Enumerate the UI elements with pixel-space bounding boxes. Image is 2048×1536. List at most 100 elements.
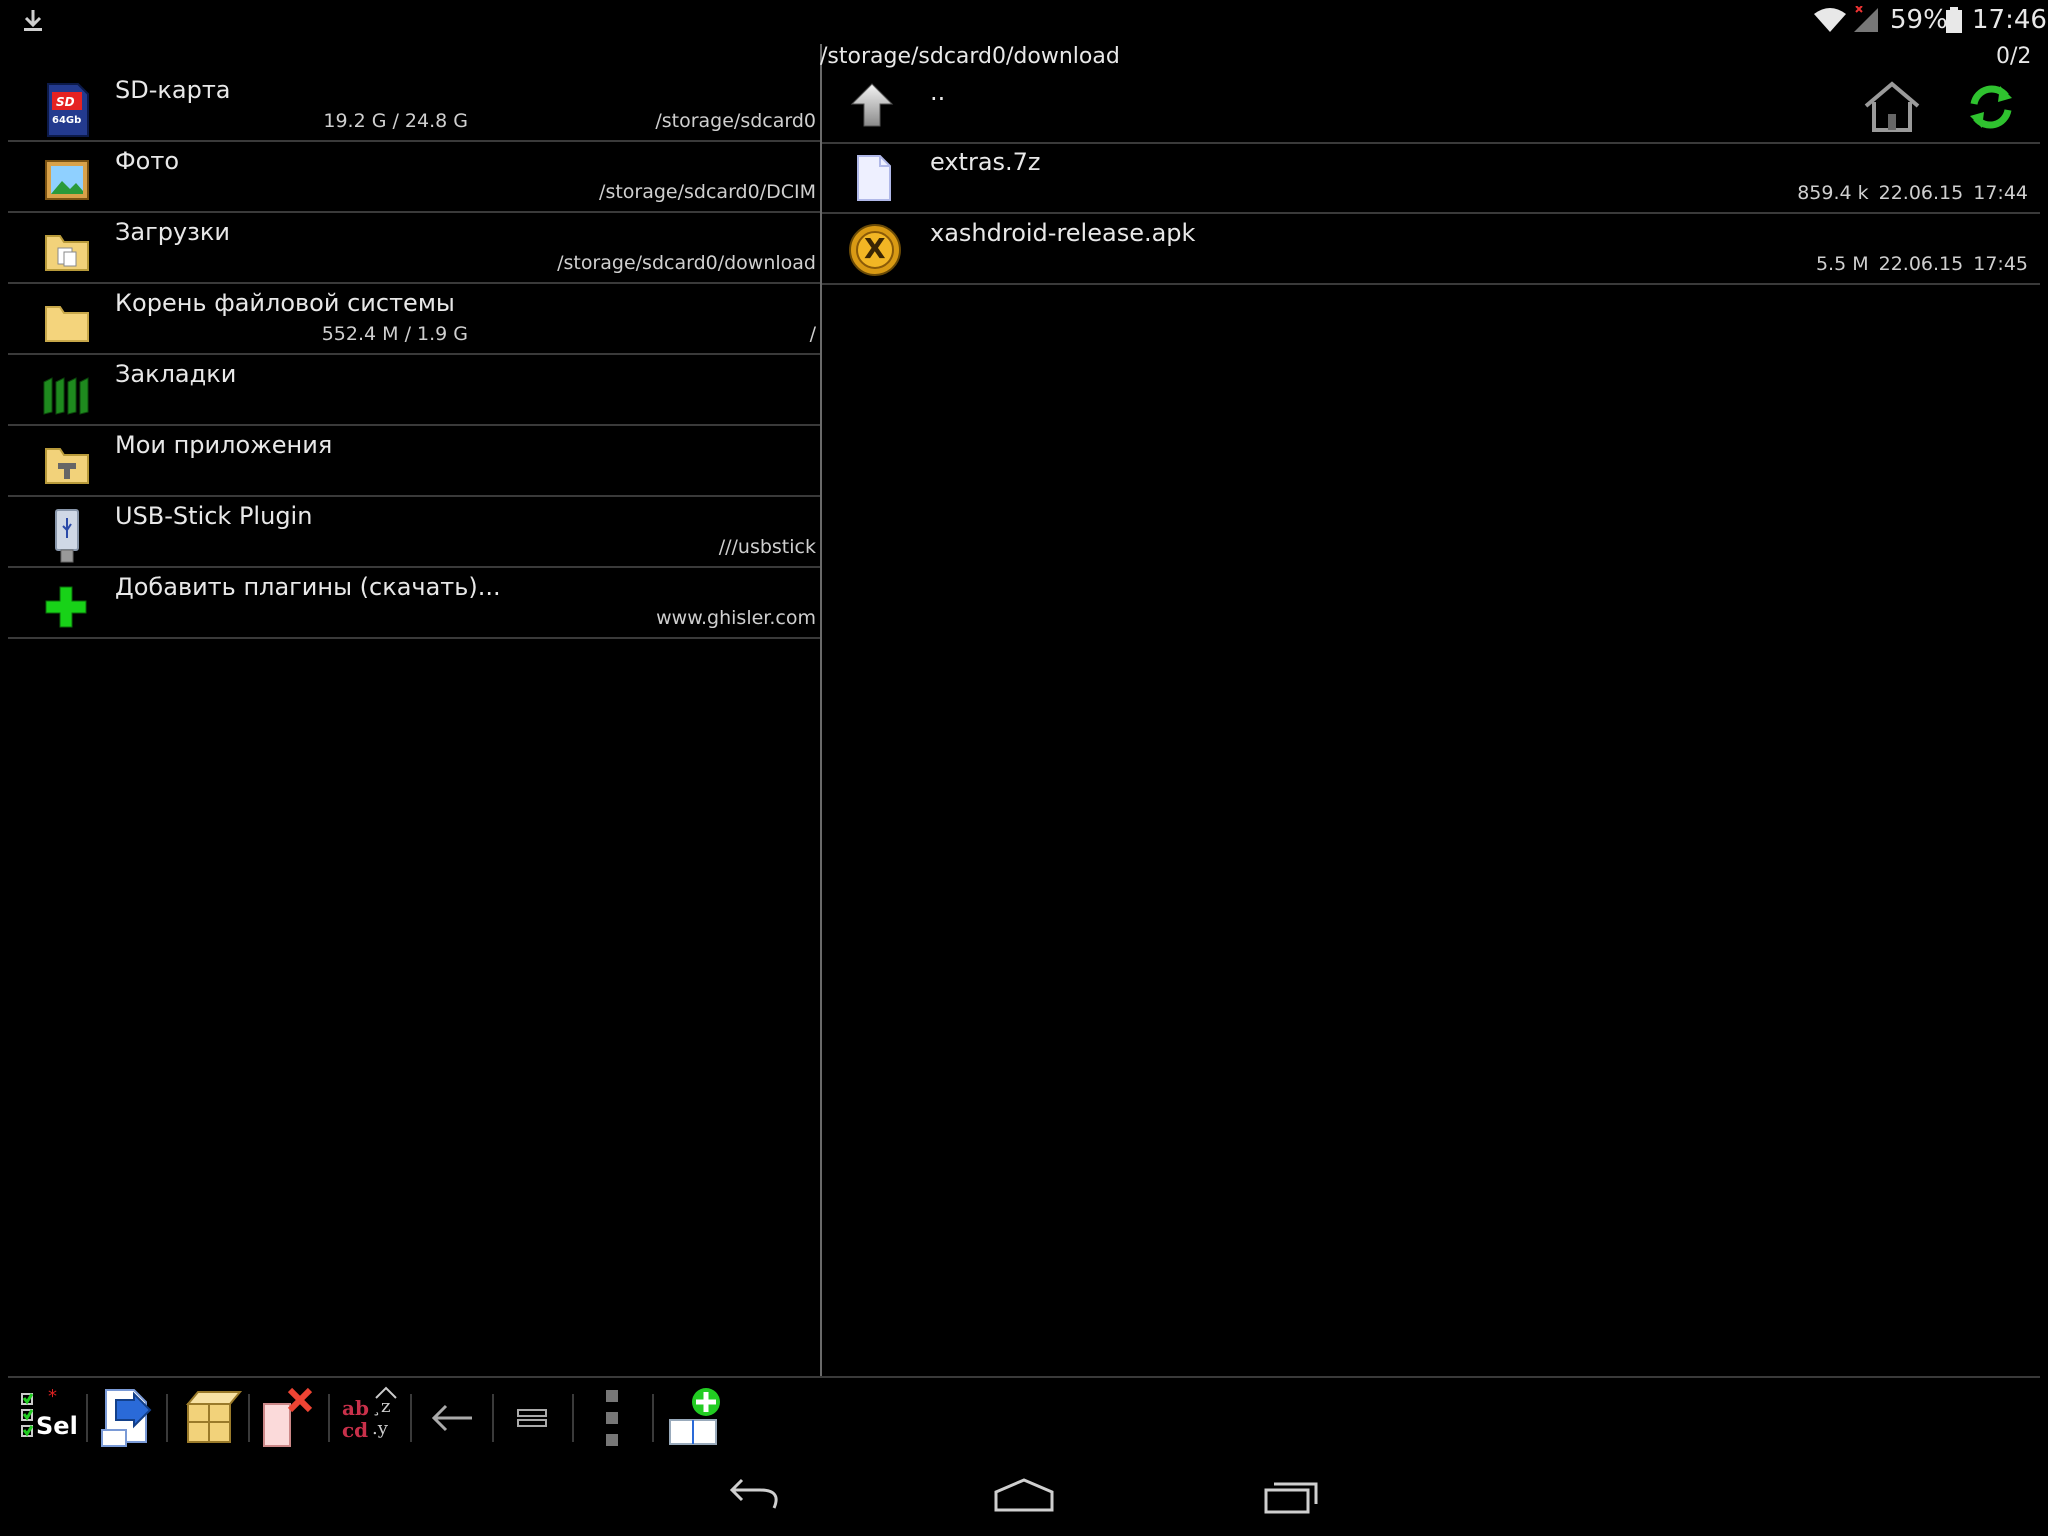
svg-text:SD: SD: [56, 95, 75, 109]
wifi-icon: [1814, 8, 1846, 32]
signal-icon: [1854, 6, 1878, 32]
file-row[interactable]: extras.7z 859.4 k 22.06.15 17:44: [822, 144, 2040, 214]
nav-home-icon[interactable]: [984, 1468, 1064, 1524]
menu-dots-icon[interactable]: [580, 1386, 644, 1450]
clock: 17:46: [1972, 5, 2047, 35]
location-path: www.ghisler.com: [656, 607, 816, 629]
sd-card-capacity-label: 64Gb: [52, 115, 82, 126]
up-arrow-icon: [850, 83, 894, 127]
row-separator: [822, 212, 2040, 214]
location-title: Добавить плагины (скачать)...: [115, 573, 501, 601]
location-row[interactable]: Добавить плагины (скачать)... www.ghisler…: [8, 569, 820, 639]
bookmarks-icon: [42, 376, 92, 420]
location-row[interactable]: Фото/storage/sdcard0/DCIM: [8, 143, 820, 213]
apps-folder-icon: [44, 443, 90, 489]
copy-move-icon[interactable]: [96, 1386, 160, 1450]
app-icon-letter: X: [864, 232, 886, 265]
pack-archive-icon[interactable]: [178, 1386, 242, 1450]
parent-directory-label: ..: [930, 78, 946, 106]
toolbar-divider: [492, 1394, 494, 1442]
xash-app-icon: X: [848, 223, 902, 281]
row-separator: [8, 424, 820, 426]
list-view-icon[interactable]: [500, 1386, 564, 1450]
toolbar-separator: [8, 1376, 2040, 1378]
file-size: 5.5 M: [1815, 253, 1869, 275]
back-arrow-icon[interactable]: [420, 1386, 484, 1450]
svg-text:*: *: [48, 1386, 57, 1407]
toolbar-divider: [652, 1394, 654, 1442]
location-row[interactable]: Закладки: [8, 356, 820, 426]
battery-icon: [1946, 7, 1962, 33]
file-date: 22.06.15: [1878, 182, 1964, 204]
location-title: USB-Stick Plugin: [115, 502, 313, 530]
row-separator: [8, 211, 820, 213]
folder-icon: [44, 303, 90, 347]
location-path: /: [809, 323, 816, 345]
location-path: /storage/sdcard0/download: [557, 252, 816, 274]
location-title: Фото: [115, 147, 180, 175]
downloads-folder-icon: [44, 230, 90, 276]
file-meta: 5.5 M 22.06.15 17:45: [1816, 253, 2028, 275]
sd-card-icon: SD 64Gb: [44, 82, 90, 142]
file-size: 859.4 k: [1797, 182, 1869, 204]
row-separator: [822, 283, 2040, 285]
parent-directory-row[interactable]: ..: [822, 74, 2040, 144]
sort-arrow-icon: [375, 1386, 397, 1399]
file-name: extras.7z: [930, 148, 1041, 176]
row-separator: [8, 637, 820, 639]
sort-label-top: ab: [342, 1396, 369, 1420]
file-date: 22.06.15: [1878, 253, 1964, 275]
location-size: 19.2 G / 24.8 G: [323, 110, 468, 132]
row-separator: [8, 566, 820, 568]
battery-percent: 59%: [1890, 5, 1948, 35]
sort-button[interactable]: ab cd ¸z .y: [340, 1386, 404, 1450]
file-icon: [856, 154, 892, 206]
status-bar: 59% 17:46: [0, 0, 2048, 40]
toolbar-divider: [328, 1394, 330, 1442]
file-name: xashdroid-release.apk: [930, 219, 1196, 247]
location-title: Мои приложения: [115, 431, 333, 459]
sort-suffix-bottom: .y: [372, 1418, 388, 1439]
location-title: SD-карта: [115, 76, 231, 104]
location-title: Загрузки: [115, 218, 230, 246]
location-row[interactable]: Корень файловой системы 552.4 M / 1.9 G /: [8, 285, 820, 355]
add-plugin-icon: [44, 585, 88, 633]
file-time: 17:44: [1973, 182, 2028, 204]
row-separator: [8, 282, 820, 284]
location-row[interactable]: USB-Stick Plugin ///usbstick: [8, 498, 820, 568]
location-title: Закладки: [115, 360, 237, 388]
file-row[interactable]: Xxashdroid-release.apk 5.5 M 22.06.15 17:45: [822, 215, 2040, 285]
selection-count: 0/2: [1996, 44, 2032, 69]
add-button-icon[interactable]: [664, 1386, 728, 1450]
sort-label-bottom: cd: [342, 1418, 369, 1442]
location-size: 552.4 M / 1.9 G: [321, 323, 468, 345]
file-time: 17:45: [1973, 253, 2028, 275]
location-path: /storage/sdcard0/DCIM: [599, 181, 816, 203]
nav-back-icon[interactable]: [716, 1468, 796, 1524]
download-arrow-icon: [24, 10, 42, 31]
location-path: /storage/sdcard0: [655, 110, 816, 132]
toolbar-divider: [166, 1394, 168, 1442]
select-label: Sel: [36, 1412, 78, 1440]
location-row[interactable]: SD 64Gb SD-карта 19.2 G / 24.8 G/storage/sd…: [8, 72, 820, 142]
location-title: Корень файловой системы: [115, 289, 455, 317]
location-path: ///usbstick: [718, 536, 816, 558]
location-row[interactable]: Загрузки/storage/sdcard0/download: [8, 214, 820, 284]
select-button[interactable]: * Sel: [16, 1386, 80, 1450]
row-separator: [8, 140, 820, 142]
usb-stick-icon: [52, 508, 82, 568]
file-meta: 859.4 k 22.06.15 17:44: [1797, 182, 2028, 204]
refresh-icon[interactable]: [1966, 82, 2016, 132]
current-path: /storage/sdcard0/download: [820, 44, 1120, 69]
toolbar-divider: [410, 1394, 412, 1442]
nav-recents-icon[interactable]: [1252, 1468, 1332, 1524]
toolbar-divider: [86, 1394, 88, 1442]
row-separator: [8, 353, 820, 355]
photo-icon: [44, 157, 90, 207]
home-icon[interactable]: [1860, 80, 1924, 134]
location-row[interactable]: Мои приложения: [8, 427, 820, 497]
toolbar-divider: [572, 1394, 574, 1442]
row-separator: [8, 495, 820, 497]
delete-icon[interactable]: [258, 1386, 322, 1450]
toolbar-divider: [248, 1394, 250, 1442]
